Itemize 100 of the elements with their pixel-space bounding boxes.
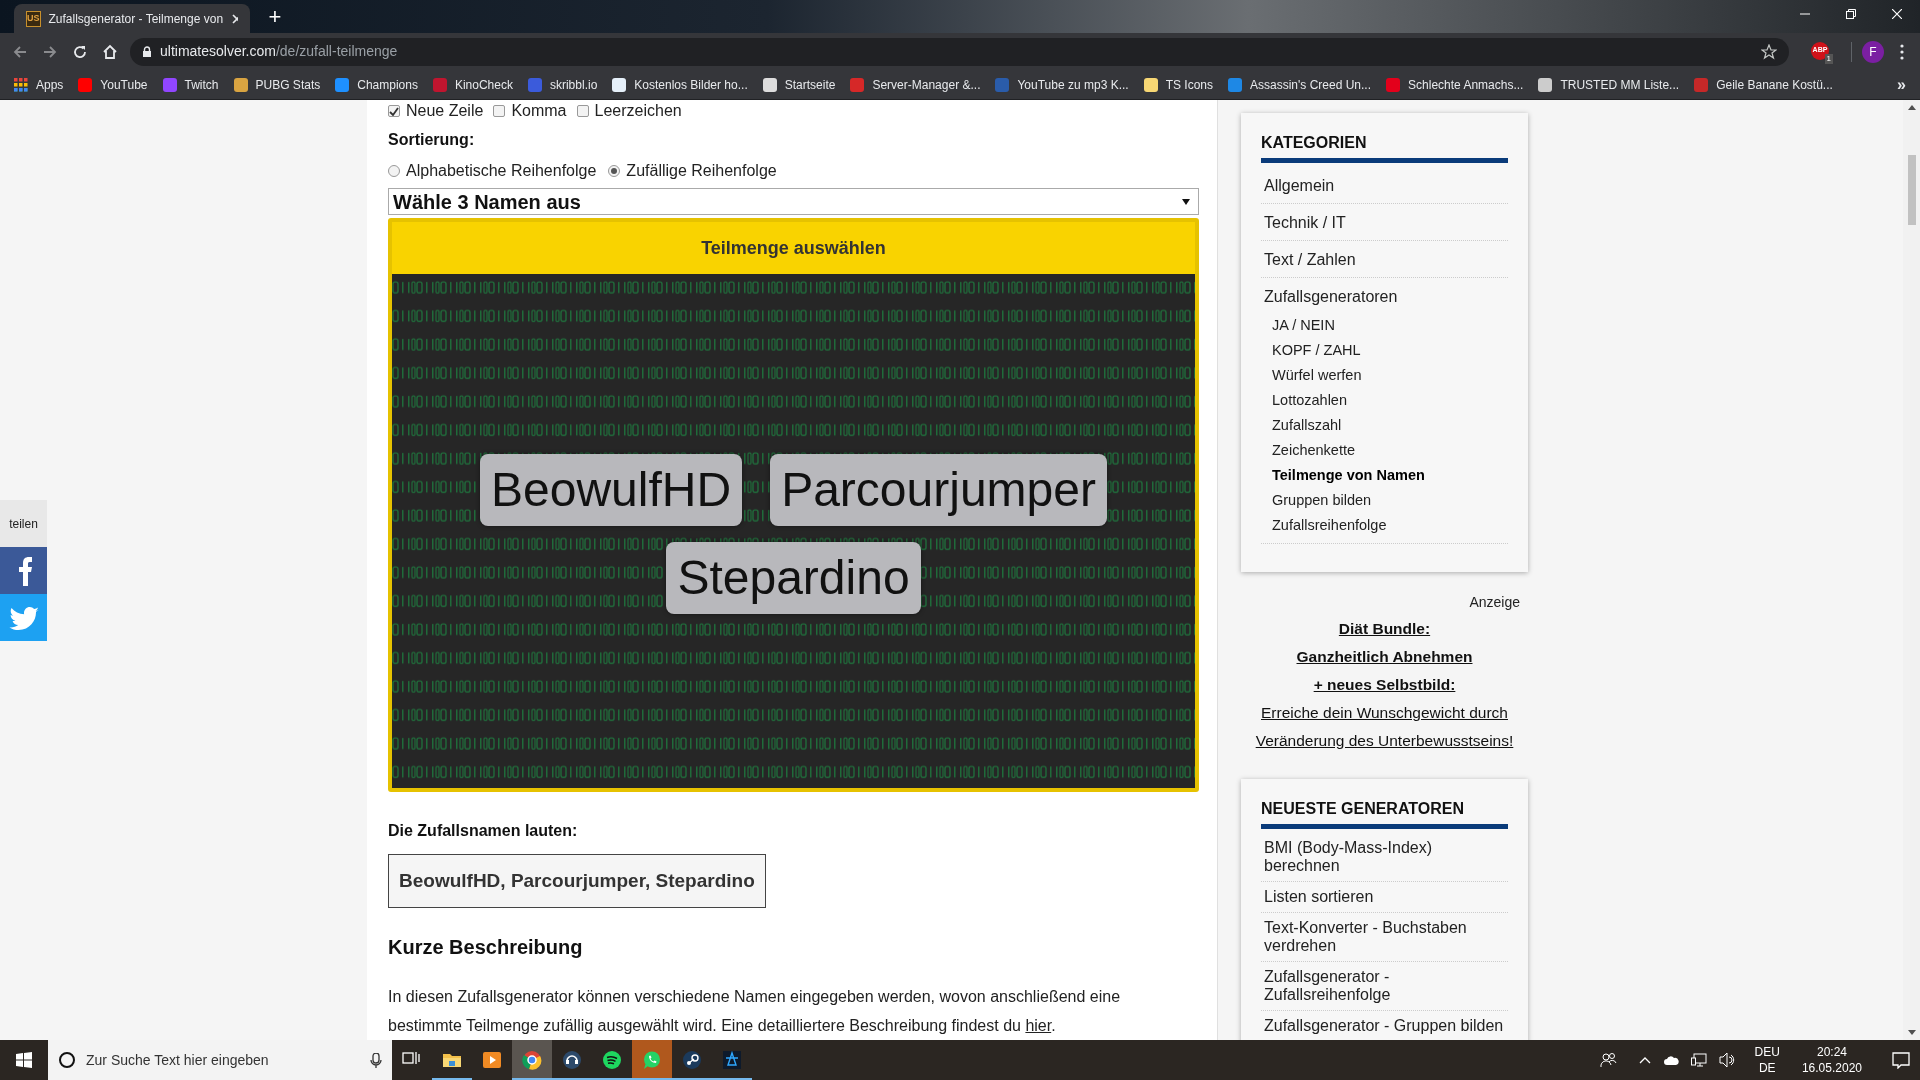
radio-label: Zufällige Reihenfolge [626, 161, 777, 181]
share-label: teilen [0, 500, 47, 547]
chat-app-icon [642, 1050, 662, 1070]
sort-label: Sortierung: [388, 130, 476, 150]
ad-link[interactable]: Ganzheitlich Abnehmen [1296, 643, 1473, 671]
microphone-icon[interactable] [370, 1052, 382, 1068]
twitter-share-button[interactable] [0, 594, 47, 641]
checkbox-label: Neue Zeile [406, 101, 484, 121]
play-icon [482, 1050, 502, 1070]
radio-label: Alphabetische Reihenfolge [406, 161, 597, 181]
scrollbar[interactable] [1903, 100, 1920, 1040]
people-icon[interactable] [1599, 1052, 1617, 1068]
new-tab-button[interactable]: + [262, 4, 288, 30]
browser-icon [522, 1050, 542, 1070]
profile-avatar[interactable]: F [1862, 40, 1884, 63]
scroll-up-icon[interactable] [1907, 105, 1916, 110]
bookmark-item[interactable]: Geile Banane Kostü... [1694, 75, 1833, 94]
ad-link[interactable]: Erreiche dein Wunschgewicht durch [1261, 699, 1508, 727]
name-chip: Stepardino [666, 542, 921, 614]
card-title: NEUESTE GENERATOREN [1261, 797, 1508, 829]
bookmark-item[interactable]: TRUSTED MM Liste... [1538, 75, 1680, 94]
address-bar[interactable]: ultimatesolver.com/de/zufall-teilmenge [130, 37, 1789, 66]
clock-button[interactable]: 20:24 16.05.2020 [1801, 1044, 1862, 1076]
bookmark-item[interactable]: Server-Manager &... [850, 75, 981, 94]
name-chip: Parcourjumper [770, 454, 1107, 526]
subcategory-link[interactable]: Teilmenge von Namen [1272, 463, 1508, 488]
checkbox[interactable] [576, 105, 589, 117]
name-chip: BeowulfHD [480, 454, 743, 526]
game-launcher-icon [682, 1050, 702, 1070]
count-dropdown[interactable]: Wähle 3 Namen aus [388, 188, 1199, 215]
subcategory-link[interactable]: Lottozahlen [1272, 388, 1508, 413]
subcategory-link[interactable]: Zeichenkette [1272, 438, 1508, 463]
menu-icon[interactable] [1900, 43, 1904, 60]
bookmark-item[interactable]: KinoCheck [432, 75, 513, 94]
category-link[interactable]: Text / Zahlen [1261, 241, 1508, 272]
generator-link[interactable]: BMI (Body-Mass-Index) berechnen [1261, 833, 1508, 882]
game-app-icon [722, 1050, 742, 1070]
description-link[interactable]: hier [1025, 1017, 1052, 1034]
ad-link[interactable]: Veränderung des Unterbewusstseins! [1255, 727, 1514, 755]
more-bookmarks-button[interactable]: » [1897, 72, 1906, 97]
volume-icon[interactable] [1718, 1052, 1735, 1068]
ad-link[interactable]: + neues Selbstbild: [1313, 671, 1456, 699]
cortana-icon [58, 1051, 76, 1069]
music-app-icon [602, 1050, 622, 1070]
headset-icon [562, 1050, 582, 1070]
network-icon[interactable] [1690, 1053, 1707, 1067]
bookmark-item[interactable]: Kostenlos Bilder ho... [612, 75, 748, 94]
bookmark-item[interactable]: Champions [335, 75, 418, 94]
taskbar-search-field[interactable]: Zur Suche Text hier eingeben [48, 1040, 392, 1080]
subcategory-link[interactable]: KOPF / ZAHL [1272, 338, 1508, 363]
bookmark-item[interactable]: Twitch [162, 75, 219, 94]
checkbox[interactable] [493, 105, 506, 117]
scroll-down-icon[interactable] [1907, 1030, 1916, 1035]
chevron-up-icon[interactable] [1638, 1056, 1651, 1064]
bookmark-item[interactable]: Assassin's Creed Un... [1228, 75, 1372, 94]
subcategory-link[interactable]: JA / NEIN [1272, 313, 1508, 338]
apps-grid-icon [14, 77, 28, 92]
extension-badge: 1 [1824, 53, 1833, 64]
bookmark-star-icon[interactable] [1761, 43, 1777, 60]
bookmark-item[interactable]: Apps [14, 75, 64, 94]
bookmark-item[interactable]: Schlechte Anmachs... [1386, 75, 1524, 94]
generator-link[interactable]: Listen sortieren [1261, 882, 1508, 913]
subcategory-link[interactable]: Zufallszahl [1272, 413, 1508, 438]
generator-link[interactable]: Text-Konverter - Buchstaben verdrehen [1261, 913, 1508, 962]
bookmark-item[interactable]: Startseite [762, 75, 836, 94]
result-output: BeowulfHD, Parcourjumper, Stepardino [388, 853, 766, 908]
notifications-icon[interactable] [1892, 1051, 1910, 1069]
tab-title: Zufallsgenerator - Teilmenge von [48, 10, 224, 28]
subcategory-link[interactable]: Würfel werfen [1272, 363, 1508, 388]
url-text: ultimatesolver.com/de/zufall-teilmenge [160, 42, 398, 61]
facebook-share-button[interactable] [0, 547, 47, 594]
bookmark-item[interactable]: YouTube zu mp3 K... [995, 75, 1129, 94]
checkbox[interactable] [388, 105, 400, 117]
category-link[interactable]: Allgemein [1261, 167, 1508, 198]
generator-link[interactable]: Zufallsgenerator - Zufallsreihenfolge [1261, 962, 1508, 1011]
category-link[interactable]: Technik / IT [1261, 204, 1508, 235]
radio-button[interactable] [388, 165, 400, 177]
checkbox-label: Komma [511, 101, 567, 121]
home-icon[interactable] [102, 43, 118, 60]
bookmark-item[interactable]: skribbl.io [527, 75, 598, 94]
radio-button[interactable] [608, 165, 621, 177]
category-link[interactable]: Zufallsgeneratoren [1261, 278, 1508, 309]
dropdown-arrow-icon [1182, 198, 1190, 205]
ad-link[interactable]: Diät Bundle: [1338, 615, 1431, 643]
bookmark-item[interactable]: YouTube [78, 75, 148, 94]
reload-icon[interactable] [72, 43, 88, 60]
subcategory-link[interactable]: Zufallsreihenfolge [1272, 513, 1508, 538]
ad-label: Anzeige [1468, 593, 1521, 612]
section-heading: Kurze Beschreibung [388, 935, 584, 960]
forward-icon[interactable] [42, 43, 58, 60]
bookmark-item[interactable]: PUBG Stats [233, 75, 321, 94]
description-paragraph: In diesen Zufallsgenerator können verschiedene Namen eingegeben werden, wovon anschließend eine bestimmte Teilmenge zufällig ausgewählt wird. Eine detailliertere Beschreibung findest du hier. [388, 987, 1122, 1036]
input-language-button[interactable]: DEU DE [1754, 1044, 1780, 1076]
checkbox-label: Leerzeichen [594, 101, 682, 121]
back-icon[interactable] [12, 43, 28, 60]
bookmark-item[interactable]: TS Icons [1143, 75, 1213, 94]
browser-tab[interactable]: US Zufallsgenerator - Teilmenge von [14, 4, 250, 33]
cloud-icon[interactable] [1662, 1054, 1679, 1066]
scrollbar-thumb[interactable] [1907, 155, 1916, 225]
subcategory-link[interactable]: Gruppen bilden [1272, 488, 1508, 513]
